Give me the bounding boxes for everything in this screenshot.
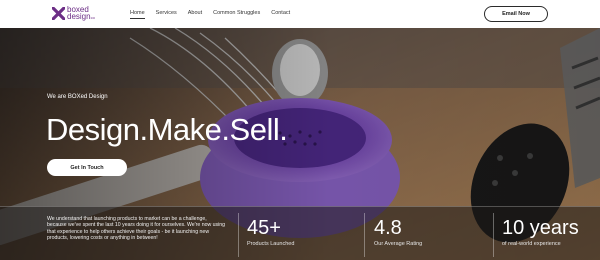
stat-products-value: 45+ bbox=[247, 217, 281, 239]
stat-rating-value: 4.8 bbox=[374, 217, 402, 239]
hero-section: We are BOXed Design Design.Make.Sell. Ge… bbox=[0, 28, 600, 260]
get-in-touch-button[interactable]: Get In Touch bbox=[47, 159, 127, 176]
site-header: boxed designco Home Services About Commo… bbox=[0, 0, 600, 28]
logo[interactable]: boxed designco bbox=[52, 6, 102, 22]
stat-divider bbox=[364, 213, 365, 257]
logo-line-2-text: design bbox=[67, 12, 91, 21]
logo-text: boxed designco bbox=[67, 6, 95, 21]
stat-divider bbox=[238, 213, 239, 257]
stat-experience-value: 10 years bbox=[502, 217, 579, 239]
nav-contact[interactable]: Contact bbox=[271, 10, 290, 19]
stats-bar: We understand that launching products to… bbox=[0, 206, 600, 260]
logo-suffix: co bbox=[90, 15, 95, 20]
logo-line-2: designco bbox=[67, 13, 95, 21]
stat-rating-label: Our Average Rating bbox=[374, 241, 423, 247]
hero-blurb: We understand that launching products to… bbox=[47, 216, 226, 242]
email-now-button[interactable]: Email Now bbox=[484, 6, 548, 22]
hero-headline: Design.Make.Sell. bbox=[46, 112, 288, 147]
nav-about[interactable]: About bbox=[188, 10, 202, 19]
stat-products-label: Products Launched bbox=[247, 241, 295, 247]
nav-common-struggles[interactable]: Common Struggles bbox=[213, 10, 260, 19]
logo-x-icon bbox=[52, 7, 65, 20]
nav-services[interactable]: Services bbox=[156, 10, 177, 19]
stat-experience-label: of real-world experience bbox=[502, 241, 561, 247]
nav-home[interactable]: Home bbox=[130, 10, 145, 19]
hero-tagline: We are BOXed Design bbox=[47, 94, 108, 100]
stat-divider bbox=[493, 213, 494, 257]
main-nav: Home Services About Common Struggles Con… bbox=[130, 10, 301, 19]
